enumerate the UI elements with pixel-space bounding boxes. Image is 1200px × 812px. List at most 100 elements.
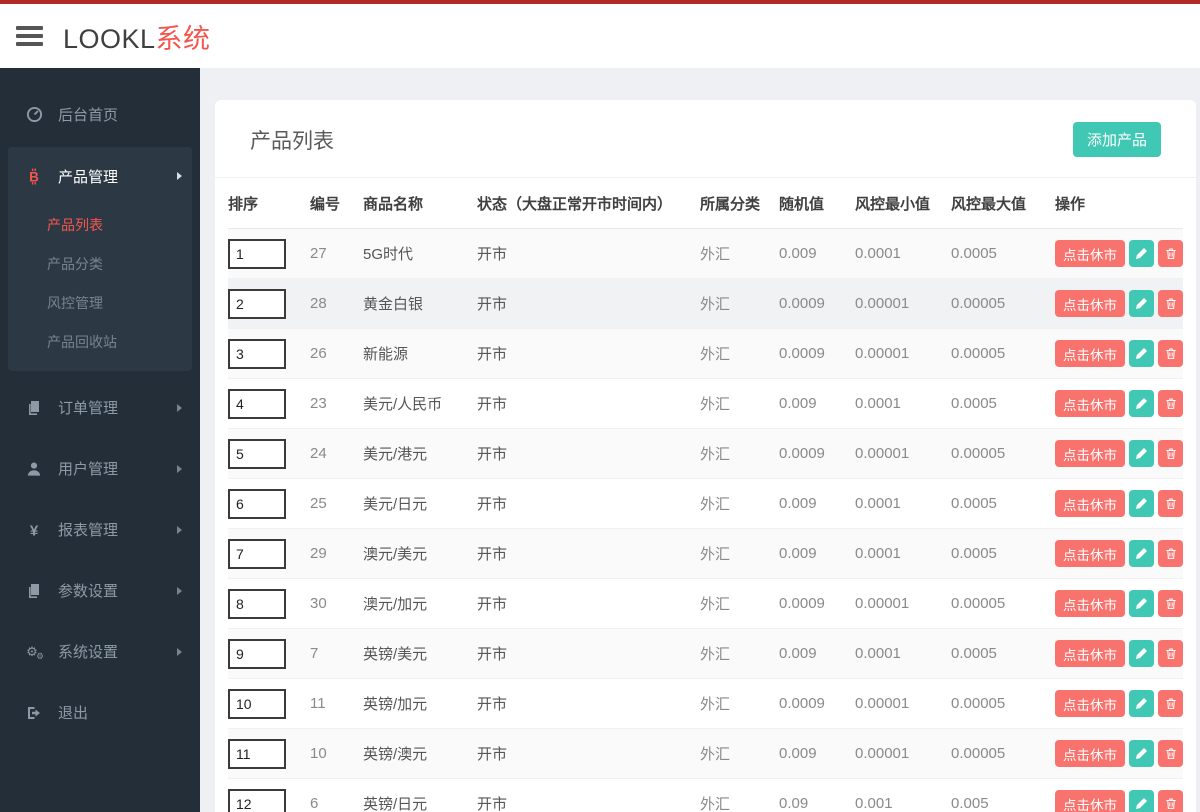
sort-input[interactable]	[228, 638, 286, 669]
risk-max-value: 0.0005	[951, 495, 997, 512]
close-market-button[interactable]: 点击休市	[1055, 790, 1125, 812]
close-market-button[interactable]: 点击休市	[1055, 440, 1125, 467]
close-market-button[interactable]: 点击休市	[1055, 740, 1125, 767]
close-market-button[interactable]: 点击休市	[1055, 490, 1125, 517]
sidebar-subitem-产品列表[interactable]: 产品列表	[8, 205, 192, 244]
sidebar-item-参数设置[interactable]: 参数设置	[0, 560, 200, 621]
random-value: 0.009	[779, 495, 817, 512]
sidebar-item-产品管理[interactable]: B 产品管理	[8, 147, 192, 205]
edit-button[interactable]	[1129, 440, 1154, 467]
delete-button[interactable]	[1158, 490, 1183, 517]
sidebar-item-退出[interactable]: 退出	[0, 682, 200, 743]
category-text: 外汇	[700, 296, 731, 313]
sidebar-item-系统设置[interactable]: ⚙ ⚙ 系统设置	[0, 621, 200, 682]
trash-icon	[1165, 698, 1176, 709]
close-market-button[interactable]: 点击休市	[1055, 390, 1125, 417]
trash-icon	[1165, 798, 1176, 809]
edit-button[interactable]	[1129, 390, 1154, 417]
gears-icon: ⚙ ⚙	[22, 643, 46, 660]
sort-input[interactable]	[228, 238, 286, 269]
table-row: 23 美元/人民币 开市 外汇 0.009 0.0001 0.0005 点击休市	[228, 379, 1183, 429]
product-name: 美元/港元	[363, 446, 428, 463]
table-row: 27 5G时代 开市 外汇 0.009 0.0001 0.0005 点击休市	[228, 229, 1183, 279]
sort-input[interactable]	[228, 588, 286, 619]
edit-button[interactable]	[1129, 340, 1154, 367]
sidebar-item-label: 用户管理	[58, 461, 119, 478]
svg-text:¥: ¥	[30, 522, 39, 538]
hamburger-menu-icon[interactable]	[16, 26, 43, 46]
bitcoin-icon: B	[22, 168, 46, 185]
sort-input[interactable]	[228, 538, 286, 569]
delete-button[interactable]	[1158, 340, 1183, 367]
edit-button[interactable]	[1129, 740, 1154, 767]
risk-min-value: 0.0001	[855, 245, 901, 262]
table-row: 24 美元/港元 开市 外汇 0.0009 0.00001 0.00005 点击…	[228, 429, 1183, 479]
delete-button[interactable]	[1158, 640, 1183, 667]
sidebar-subitem-产品回收站[interactable]: 产品回收站	[8, 322, 192, 361]
sort-input[interactable]	[228, 338, 286, 369]
sort-input[interactable]	[228, 288, 286, 319]
sort-input[interactable]	[228, 738, 286, 769]
sidebar-item-用户管理[interactable]: 用户管理	[0, 438, 200, 499]
edit-button[interactable]	[1129, 540, 1154, 567]
delete-button[interactable]	[1158, 790, 1183, 812]
table-row: 28 黄金白银 开市 外汇 0.0009 0.00001 0.00005 点击休…	[228, 279, 1183, 329]
chevron-right-icon	[177, 172, 182, 180]
product-name: 澳元/加元	[363, 596, 428, 613]
sidebar-subitem-产品分类[interactable]: 产品分类	[8, 244, 192, 283]
close-market-button[interactable]: 点击休市	[1055, 590, 1125, 617]
delete-button[interactable]	[1158, 390, 1183, 417]
category-text: 外汇	[700, 746, 731, 763]
sidebar-item-label: 系统设置	[58, 644, 119, 661]
status-text: 开市	[477, 696, 508, 713]
chevron-right-icon	[177, 525, 182, 534]
table-row: 6 英镑/日元 开市 外汇 0.09 0.001 0.005 点击休市	[228, 779, 1183, 812]
edit-button[interactable]	[1129, 590, 1154, 617]
sort-input[interactable]	[228, 438, 286, 469]
add-product-button[interactable]: 添加产品	[1072, 122, 1161, 157]
table-row: 11 英镑/加元 开市 外汇 0.0009 0.00001 0.00005 点击…	[228, 679, 1183, 729]
close-market-button[interactable]: 点击休市	[1055, 690, 1125, 717]
risk-min-value: 0.001	[855, 795, 893, 812]
edit-button[interactable]	[1129, 790, 1154, 812]
edit-button[interactable]	[1129, 290, 1154, 317]
svg-text:⚙: ⚙	[36, 651, 44, 660]
delete-button[interactable]	[1158, 740, 1183, 767]
edit-button[interactable]	[1129, 690, 1154, 717]
product-id: 25	[310, 495, 327, 512]
sidebar-item-label: 报表管理	[58, 522, 119, 539]
sidebar-item-后台首页[interactable]: 后台首页	[0, 84, 200, 145]
risk-min-value: 0.00001	[855, 595, 910, 612]
close-market-button[interactable]: 点击休市	[1055, 340, 1125, 367]
category-text: 外汇	[700, 696, 731, 713]
sort-input[interactable]	[228, 788, 286, 812]
sort-input[interactable]	[228, 388, 286, 419]
status-text: 开市	[477, 596, 508, 613]
delete-button[interactable]	[1158, 690, 1183, 717]
table-row: 26 新能源 开市 外汇 0.0009 0.00001 0.00005 点击休市	[228, 329, 1183, 379]
product-name: 新能源	[363, 346, 409, 363]
edit-button[interactable]	[1129, 240, 1154, 267]
delete-button[interactable]	[1158, 240, 1183, 267]
trash-icon	[1165, 248, 1176, 259]
sort-input[interactable]	[228, 488, 286, 519]
chevron-right-icon	[177, 464, 182, 473]
edit-button[interactable]	[1129, 490, 1154, 517]
sidebar-item-订单管理[interactable]: 订单管理	[0, 377, 200, 438]
pencil-icon	[1136, 598, 1147, 609]
delete-button[interactable]	[1158, 540, 1183, 567]
sidebar-item-报表管理[interactable]: ¥ 报表管理	[0, 499, 200, 560]
sidebar-subitem-风控管理[interactable]: 风控管理	[8, 283, 192, 322]
close-market-button[interactable]: 点击休市	[1055, 540, 1125, 567]
close-market-button[interactable]: 点击休市	[1055, 240, 1125, 267]
sort-input[interactable]	[228, 688, 286, 719]
edit-button[interactable]	[1129, 640, 1154, 667]
random-value: 0.009	[779, 245, 817, 262]
risk-max-value: 0.00005	[951, 695, 1006, 712]
close-market-button[interactable]: 点击休市	[1055, 290, 1125, 317]
close-market-button[interactable]: 点击休市	[1055, 640, 1125, 667]
delete-button[interactable]	[1158, 440, 1183, 467]
delete-button[interactable]	[1158, 290, 1183, 317]
page-title: 产品列表	[250, 129, 334, 153]
delete-button[interactable]	[1158, 590, 1183, 617]
